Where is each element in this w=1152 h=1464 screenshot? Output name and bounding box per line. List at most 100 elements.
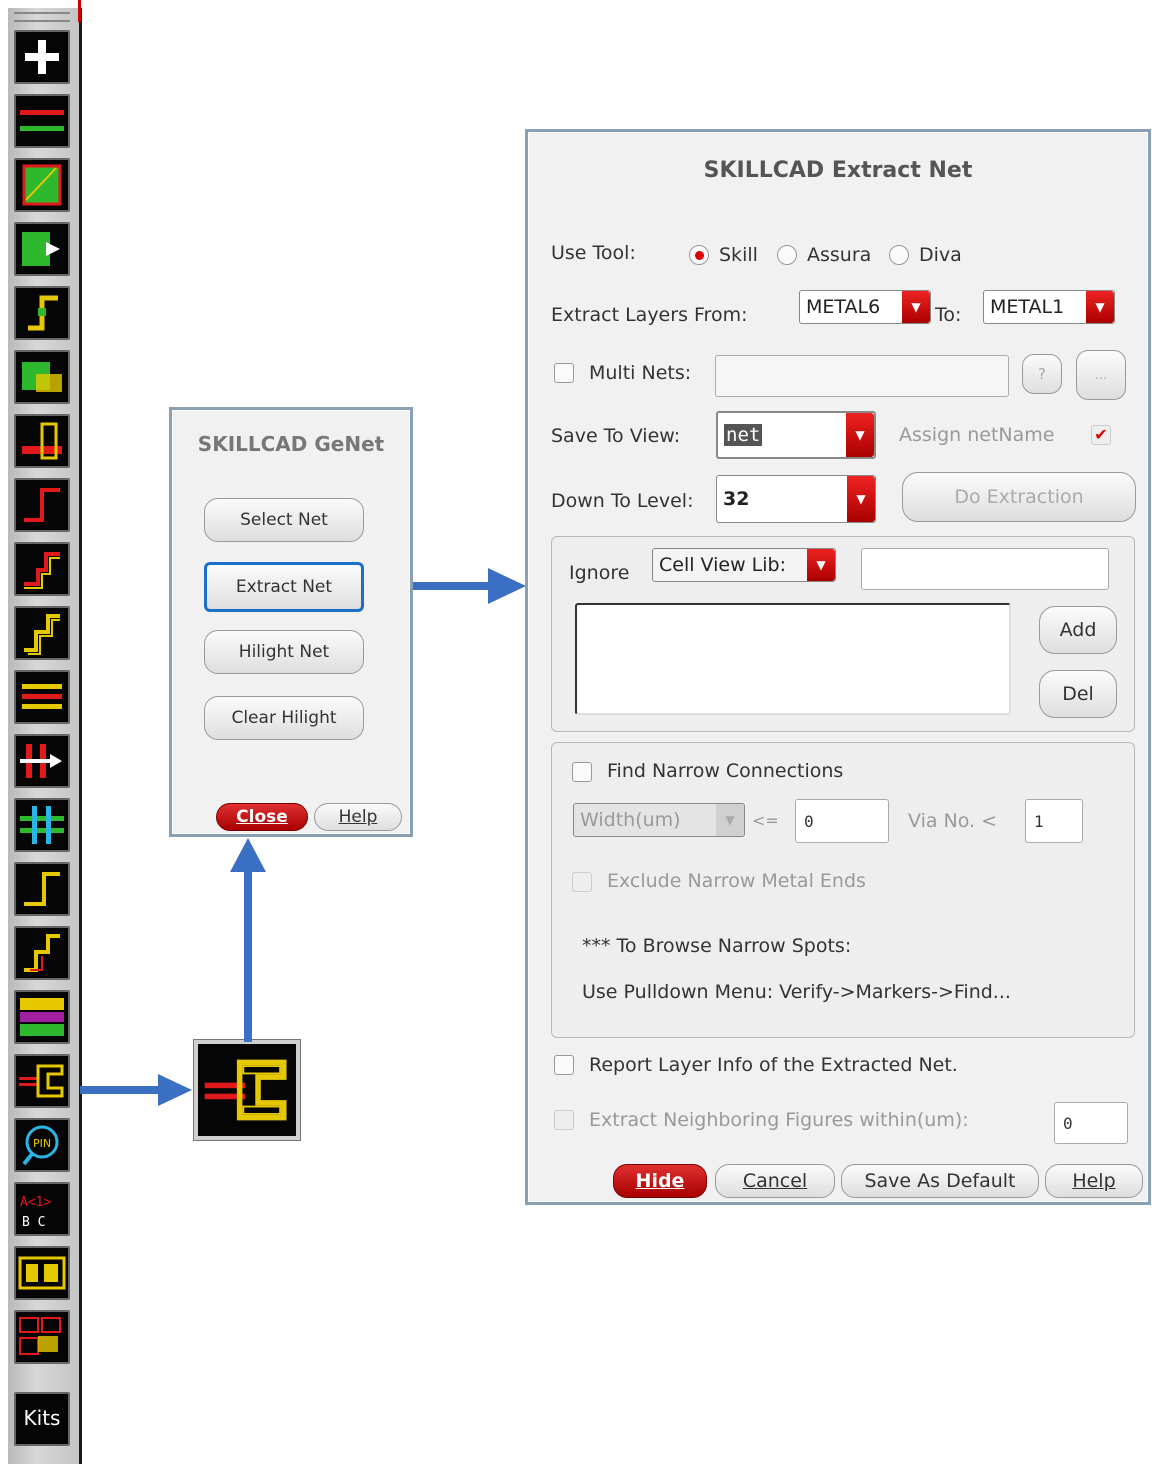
window-edge (78, 0, 81, 22)
toolbar-button-stack[interactable] (14, 414, 70, 468)
neighbor-checkbox[interactable] (554, 1110, 574, 1130)
cancel-button[interactable]: Cancel (715, 1164, 835, 1198)
move-shape-icon (22, 232, 60, 266)
via-input[interactable]: 1 (1025, 799, 1083, 843)
add-icon (25, 40, 59, 74)
toolbar-button-move-shape[interactable] (14, 222, 70, 276)
save-view-select[interactable]: net ▼ (716, 411, 876, 459)
browse-note: *** To Browse Narrow Spots: (582, 935, 852, 957)
report-layer-label: Report Layer Info of the Extracted Net. (589, 1054, 958, 1076)
del-button[interactable]: Del (1039, 670, 1117, 718)
chevron-down-icon: ▼ (1086, 291, 1114, 323)
ignore-input[interactable] (861, 548, 1109, 590)
add-button[interactable]: Add (1039, 606, 1117, 654)
genet-help-button[interactable]: Help (314, 803, 402, 831)
bus-label-icon: A<1> B C (20, 1195, 51, 1230)
toolbar-button-path[interactable] (14, 94, 70, 148)
toolbar-button-double-step-route[interactable] (14, 606, 70, 660)
width-input[interactable]: 0 (795, 799, 889, 843)
save-view-value: net (724, 424, 763, 446)
toolbar-button-split-arrow[interactable] (14, 734, 70, 788)
report-layer-checkbox[interactable] (554, 1055, 574, 1075)
exclude-narrow-checkbox[interactable] (572, 872, 592, 892)
chevron-down-icon: ▼ (716, 804, 744, 836)
toolbar-button-genet[interactable] (14, 1054, 70, 1108)
arrow-to-genet (230, 838, 266, 1042)
corner-route-icon (24, 488, 60, 522)
chevron-down-icon: ▼ (847, 476, 875, 522)
width-select[interactable]: Width(um) ▼ (573, 803, 745, 837)
do-extraction-button[interactable]: Do Extraction (902, 472, 1136, 522)
select-net-button[interactable]: Select Net (204, 498, 364, 542)
kits-button[interactable]: Kits (14, 1392, 70, 1446)
assura-radio-label: Assura (807, 244, 872, 266)
find-narrow-checkbox[interactable] (572, 762, 592, 782)
close-button[interactable]: Close (216, 803, 308, 831)
ignore-type-select[interactable]: Cell View Lib: ▼ (652, 548, 836, 582)
grid-pattern-icon (18, 1256, 66, 1290)
hide-button[interactable]: Hide (613, 1164, 707, 1198)
toolbar-button-cross-route[interactable] (14, 798, 70, 852)
toolbar-button-grid-pattern[interactable] (14, 1246, 70, 1300)
neighbor-input[interactable]: 0 (1054, 1102, 1128, 1144)
extract-help-button[interactable]: Help (1045, 1164, 1143, 1198)
toolbar-button-add[interactable] (14, 30, 70, 84)
kits-label: Kits (23, 1406, 61, 1430)
to-layer-select[interactable]: METAL1 ▼ (983, 290, 1115, 324)
use-tool-label: Use Tool: (551, 242, 636, 264)
multi-nets-checkbox[interactable] (554, 363, 574, 383)
ignore-list[interactable] (575, 603, 1011, 715)
assign-netname-label: Assign netName (899, 424, 1055, 446)
multi-nets-input[interactable] (715, 355, 1009, 397)
browse-button[interactable]: ... (1076, 350, 1126, 400)
toolbar-button-corner-route[interactable] (14, 478, 70, 532)
help-question-button[interactable]: ? (1022, 354, 1062, 394)
bus-route-icon (22, 684, 62, 709)
toolbar-button-multi-layer[interactable] (14, 350, 70, 404)
split-arrow-icon (20, 744, 62, 778)
genet-icon (204, 1059, 287, 1121)
via-label: Via No. < (908, 810, 998, 832)
diva-radio-label: Diva (919, 244, 962, 266)
stack-icon (22, 422, 62, 460)
down-level-select[interactable]: 32 ▼ (716, 475, 876, 523)
pattern-fill-icon (20, 998, 64, 1036)
genet-dialog: SKILLCAD GeNet Select Net Extract Net Hi… (169, 407, 413, 837)
assign-netname-checkbox[interactable]: ✔ (1091, 425, 1111, 445)
toolbar-button-via-route[interactable] (14, 286, 70, 340)
extract-net-button[interactable]: Extract Net (204, 562, 364, 612)
cross-route-icon (20, 806, 64, 844)
toolbar-button-rectangle-fill[interactable] (14, 158, 70, 212)
save-as-default-button[interactable]: Save As Default (841, 1164, 1039, 1198)
toolbar-button-step-route[interactable] (14, 542, 70, 596)
step-route-icon (24, 552, 60, 589)
genet-icon (19, 1064, 64, 1098)
chevron-down-icon: ▼ (846, 413, 874, 457)
toolbar-button-bus-route[interactable] (14, 670, 70, 724)
diva-radio[interactable] (889, 245, 909, 265)
assura-radio[interactable] (777, 245, 797, 265)
toolbar-button-corner-route-2[interactable] (14, 862, 70, 916)
from-layer-select[interactable]: METAL6 ▼ (799, 290, 931, 324)
extract-from-label: Extract Layers From: (551, 304, 748, 326)
multi-layer-icon (22, 362, 62, 392)
chevron-down-icon: ▼ (807, 549, 835, 581)
exclude-narrow-label: Exclude Narrow Metal Ends (607, 870, 866, 892)
save-view-label: Save To View: (551, 425, 681, 447)
genet-title: SKILLCAD GeNet (197, 432, 385, 456)
multi-nets-label: Multi Nets: (589, 362, 692, 384)
toolbar-button-array[interactable] (14, 1310, 70, 1364)
hilight-net-button[interactable]: Hilight Net (204, 630, 364, 674)
svg-text:B C: B C (22, 1215, 45, 1230)
rectangle-fill-icon (22, 164, 62, 206)
corner-route-2-icon (24, 872, 60, 906)
toolbar-grip[interactable] (14, 12, 70, 22)
skill-radio[interactable] (689, 245, 709, 265)
toolbar-button-step-route-2[interactable] (14, 926, 70, 980)
toolbar-button-pattern-fill[interactable] (14, 990, 70, 1044)
arrow-to-zoom (80, 1074, 192, 1106)
svg-text:PIN: PIN (33, 1137, 51, 1150)
toolbar-button-pin-search[interactable]: PIN (14, 1118, 70, 1172)
toolbar-button-bus-label[interactable]: A<1> B C (14, 1182, 70, 1236)
clear-hilight-button[interactable]: Clear Hilight (204, 696, 364, 740)
